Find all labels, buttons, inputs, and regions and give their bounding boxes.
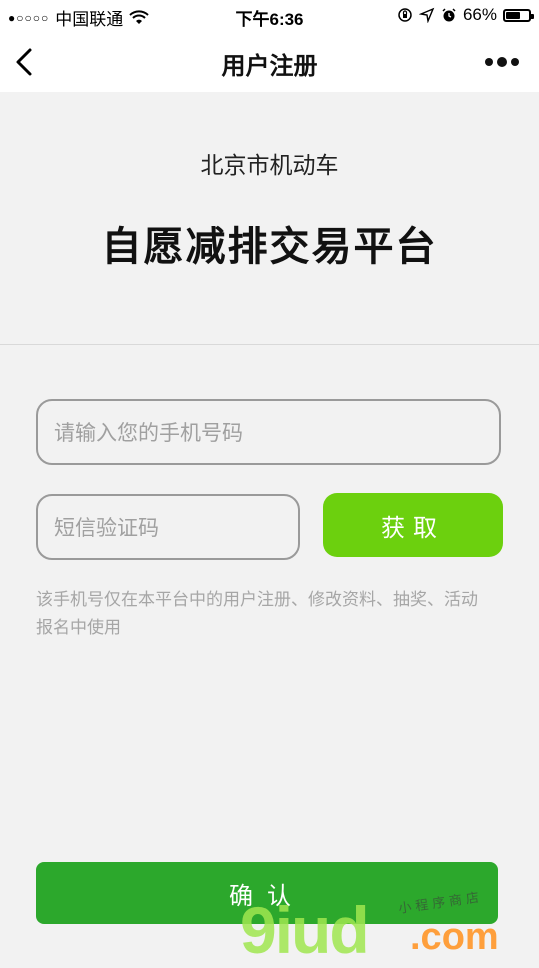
orientation-lock-icon [397, 7, 413, 23]
battery-percent: 66% [462, 5, 497, 24]
confirm-label: 确认 [229, 881, 305, 910]
sms-code-input[interactable]: 短信验证码 [36, 494, 300, 560]
status-bar: ●○○○○ 中国联通 下午6:36 66% [0, 0, 539, 32]
alarm-icon [441, 7, 457, 23]
more-dots-icon [485, 57, 519, 67]
get-code-button[interactable]: 获取 [323, 493, 503, 557]
page-title: 用户注册 [221, 52, 318, 80]
platform-subtitle: 北京市机动车 [200, 153, 339, 179]
battery-fill [506, 11, 520, 19]
phone-number-input[interactable]: 请输入您的手机号码 [36, 399, 501, 465]
phone-usage-hint: 该手机号仅在本平台中的用户注册、修改资料、抽奖、活动报名中使用 [36, 590, 478, 638]
more-menu-button[interactable] [483, 52, 523, 72]
get-code-label: 获取 [381, 513, 445, 542]
confirm-button[interactable]: 确认 [36, 862, 498, 924]
battery-icon [503, 8, 534, 22]
phone-placeholder: 请输入您的手机号码 [54, 421, 243, 445]
nav-bar: 用户注册 [0, 32, 539, 92]
platform-header: 北京市机动车 自愿减排交易平台 [0, 92, 539, 345]
location-arrow-icon [418, 7, 435, 24]
sms-code-placeholder: 短信验证码 [54, 516, 159, 540]
status-right: 66% [397, 5, 534, 25]
battery-cap [531, 13, 534, 19]
platform-title: 自愿减排交易平台 [101, 224, 438, 270]
